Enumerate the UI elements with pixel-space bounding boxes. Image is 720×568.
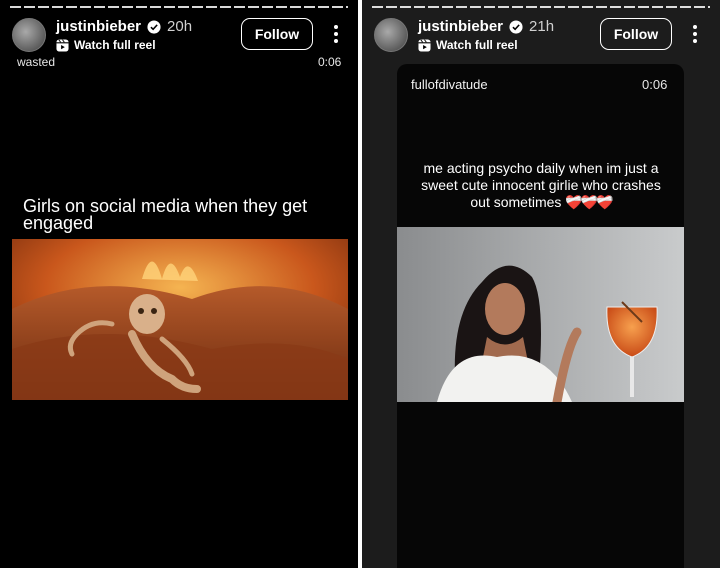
meme-caption: Girls on social media when they get enga… [23,196,308,233]
meme-image-gollum [12,239,348,400]
reel-video-frame [397,227,684,402]
watch-full-reel-label: Watch full reel [74,38,156,52]
more-options-icon[interactable] [333,24,339,44]
follow-button[interactable]: Follow [241,18,313,50]
story-progress-bar [10,6,348,8]
post-time: 20h [167,18,193,35]
verified-badge-icon [509,19,523,34]
meme-caption-text: me acting psycho daily when im just a sw… [421,160,661,210]
shared-reel-card[interactable]: fullofdivatude 0:06 me acting psycho dai… [397,64,684,568]
story-right[interactable]: justinbieber 21h Watch full reel Follow … [362,0,720,568]
video-duration: 0:06 [642,77,668,92]
username[interactable]: justinbieber [56,18,141,35]
meme-caption: me acting psycho daily when im just a sw… [421,160,661,211]
watch-full-reel-label: Watch full reel [436,38,518,52]
username-row: justinbieber 21h [418,18,554,35]
story-left[interactable]: justinbieber 20h Watch full reel Follow … [0,0,358,568]
username-row: justinbieber 20h [56,18,192,35]
post-time: 21h [529,18,555,35]
reel-source-username[interactable]: fullofdivatude [411,77,488,92]
avatar[interactable] [12,18,46,52]
watch-full-reel-link[interactable]: Watch full reel [418,38,518,52]
mending-heart-emojis: ❤️‍🩹❤️‍🩹❤️‍🩹 [565,194,613,210]
follow-button[interactable]: Follow [600,18,672,50]
verified-badge-icon [147,19,161,34]
watch-full-reel-link[interactable]: Watch full reel [56,38,156,52]
reel-icon [418,38,431,52]
video-duration: 0:06 [318,55,342,69]
reel-icon [56,38,69,52]
story-progress-bar [372,6,710,8]
more-options-icon[interactable] [692,24,698,44]
source-tag[interactable]: wasted [17,55,55,69]
avatar[interactable] [374,18,408,52]
username[interactable]: justinbieber [418,18,503,35]
